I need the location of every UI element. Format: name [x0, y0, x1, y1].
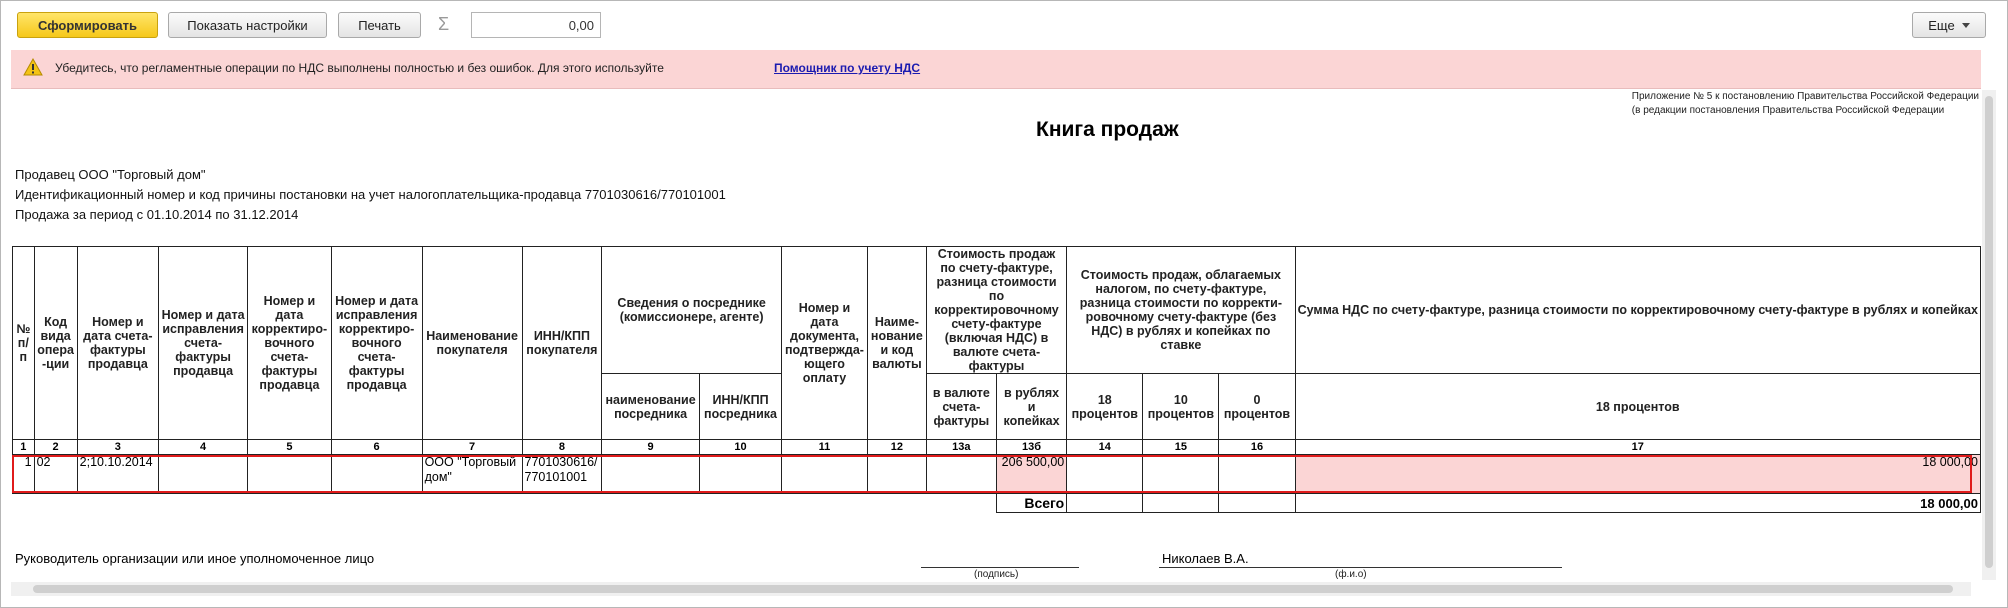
header-cell: Наименование покупателя: [421, 246, 523, 440]
empty-cell[interactable]: [1218, 454, 1296, 494]
appendix-line-1: Приложение № 5 к постановлению Правитель…: [1631, 91, 1979, 102]
period-line: Продажа за период с 01.10.2014 по 31.12.…: [15, 207, 299, 222]
header-cell: ИНН/КПП покупателя: [521, 246, 603, 440]
buyer-inn-cell[interactable]: 7701030616/ 770101001: [521, 454, 603, 494]
header-cell: Стоимость продаж по счету-фактуре, разни…: [925, 246, 1068, 374]
column-number: 5: [247, 439, 332, 455]
head-signature-label: Руководитель организации или иное уполно…: [15, 551, 375, 566]
column-number: 8: [521, 439, 603, 455]
amount-rub-cell[interactable]: 206 500,00: [995, 454, 1068, 494]
header-cell: Номер и дата документа, подтвержда-ющего…: [781, 246, 868, 440]
column-number: 12: [866, 439, 927, 455]
column-number: 9: [601, 439, 700, 455]
header-cell: в рублях и копейках: [995, 373, 1068, 440]
empty-cell[interactable]: [698, 454, 783, 494]
more-button[interactable]: Еще: [1912, 12, 1986, 38]
empty-cell[interactable]: [601, 454, 700, 494]
column-number: 4: [158, 439, 249, 455]
header-cell: Номер и дата исправления корректиро-вочн…: [330, 246, 423, 440]
column-number: 13а: [925, 439, 997, 455]
vat-assistant-link[interactable]: Помощник по учету НДС: [774, 61, 920, 75]
generate-button[interactable]: Сформировать: [17, 12, 158, 38]
column-numbers-row: 1 2 3 4 5 6 7 8 9 10 11 12 13а 13б 14 15…: [12, 439, 1981, 455]
chevron-down-icon: [1961, 22, 1970, 28]
report-title: Книга продаж: [1036, 118, 1179, 141]
appendix-note: Приложение № 5 к постановлению Правитель…: [1632, 90, 1979, 118]
vertical-scrollbar[interactable]: [1982, 90, 1996, 580]
total-spacer: [13, 494, 997, 513]
header-cell: в валюте счета-фактуры: [925, 373, 997, 440]
row-number-cell[interactable]: 1: [12, 454, 35, 494]
signature-line: [921, 567, 1079, 568]
header-cell: Номер и дата счета-фактуры продавца: [76, 246, 160, 440]
horizontal-scroll-thumb[interactable]: [33, 585, 1953, 593]
inn-line: Идентификационный номер и код причины по…: [15, 187, 726, 202]
name-caption: (ф.и.о): [1335, 569, 1367, 580]
seller-line: Продавец ООО "Торговый дом": [15, 167, 206, 182]
header-cell: № п/п: [12, 246, 35, 440]
total-cell: [1066, 493, 1144, 513]
buyer-name-cell[interactable]: ООО "Торговый дом": [421, 454, 523, 494]
print-button[interactable]: Печать: [338, 12, 421, 38]
vat-18-cell[interactable]: 18 000,00: [1294, 454, 1981, 494]
sigma-icon: Σ: [438, 14, 450, 34]
empty-cell[interactable]: [925, 454, 997, 494]
header-cell: Код вида опера -ции: [33, 246, 78, 440]
header-cell: 10 процентов: [1142, 373, 1220, 440]
header-cell: Сумма НДС по счету-фактуре, разница стои…: [1294, 246, 1981, 374]
header-cell: 18 процентов: [1294, 373, 1981, 440]
invoice-number-cell[interactable]: 2;10.10.2014: [76, 454, 160, 494]
header-cell: 0 процентов: [1218, 373, 1296, 440]
header-cell: Номер и дата исправления счета-фактуры п…: [158, 246, 249, 440]
show-settings-button[interactable]: Показать настройки: [168, 12, 327, 38]
warning-icon: [23, 58, 43, 76]
total-cell: [1218, 493, 1296, 513]
header-cell: 18 процентов: [1066, 373, 1144, 440]
column-number: 15: [1142, 439, 1220, 455]
column-number: 6: [330, 439, 423, 455]
empty-cell[interactable]: [1142, 454, 1220, 494]
header-cell: Номер и дата корректиро-вочного счета-фа…: [247, 246, 332, 440]
total-vat-18: 18 000,00: [1294, 493, 1981, 513]
header-cell: Стоимость продаж, облагаемых налогом, по…: [1066, 246, 1296, 374]
sum-field[interactable]: 0,00: [471, 12, 601, 38]
warning-banner: Убедитесь, что регламентные операции по …: [11, 50, 1981, 89]
empty-cell[interactable]: [1066, 454, 1144, 494]
total-label: Всего: [995, 493, 1068, 513]
signature-caption: (подпись): [974, 569, 1019, 580]
column-number: 14: [1066, 439, 1144, 455]
column-number: 13б: [995, 439, 1068, 455]
total-cell: [1142, 493, 1220, 513]
column-number: 16: [1218, 439, 1296, 455]
empty-cell[interactable]: [158, 454, 249, 494]
header-cell: Сведения о посреднике (комиссионере, аге…: [601, 246, 783, 374]
warning-text: Убедитесь, что регламентные операции по …: [55, 61, 664, 75]
header-cell: наименование посредника: [601, 373, 700, 440]
header-cell: ИНН/КПП посредника: [698, 373, 783, 440]
column-number: 10: [698, 439, 783, 455]
total-row: Всего 18 000,00: [13, 493, 1981, 513]
column-number: 7: [421, 439, 523, 455]
column-number: 11: [781, 439, 868, 455]
signer-name: Николаев В.А.: [1162, 551, 1249, 566]
report-area[interactable]: Приложение № 5 к постановлению Правитель…: [11, 90, 1981, 580]
empty-cell[interactable]: [866, 454, 927, 494]
empty-cell[interactable]: [781, 454, 868, 494]
column-number: 2: [33, 439, 78, 455]
header-cell: Наиме-нование и код валюты: [866, 246, 927, 440]
horizontal-scrollbar[interactable]: [11, 582, 1971, 596]
operation-code-cell[interactable]: 02: [33, 454, 78, 494]
column-number: 1: [12, 439, 35, 455]
vertical-scroll-thumb[interactable]: [1985, 96, 1993, 568]
column-number: 17: [1294, 439, 1981, 455]
column-number: 3: [76, 439, 160, 455]
empty-cell[interactable]: [247, 454, 332, 494]
appendix-line-2: (в редакции постановления Правительства …: [1631, 105, 1945, 116]
table-row[interactable]: 1 02 2;10.10.2014 ООО "Торговый дом" 770…: [12, 454, 1981, 494]
more-label: Еще: [1928, 17, 1955, 33]
sales-book-table: № п/п Код вида опера -ции Номер и дата с…: [12, 246, 1981, 513]
empty-cell[interactable]: [330, 454, 423, 494]
name-line: [1159, 567, 1562, 568]
